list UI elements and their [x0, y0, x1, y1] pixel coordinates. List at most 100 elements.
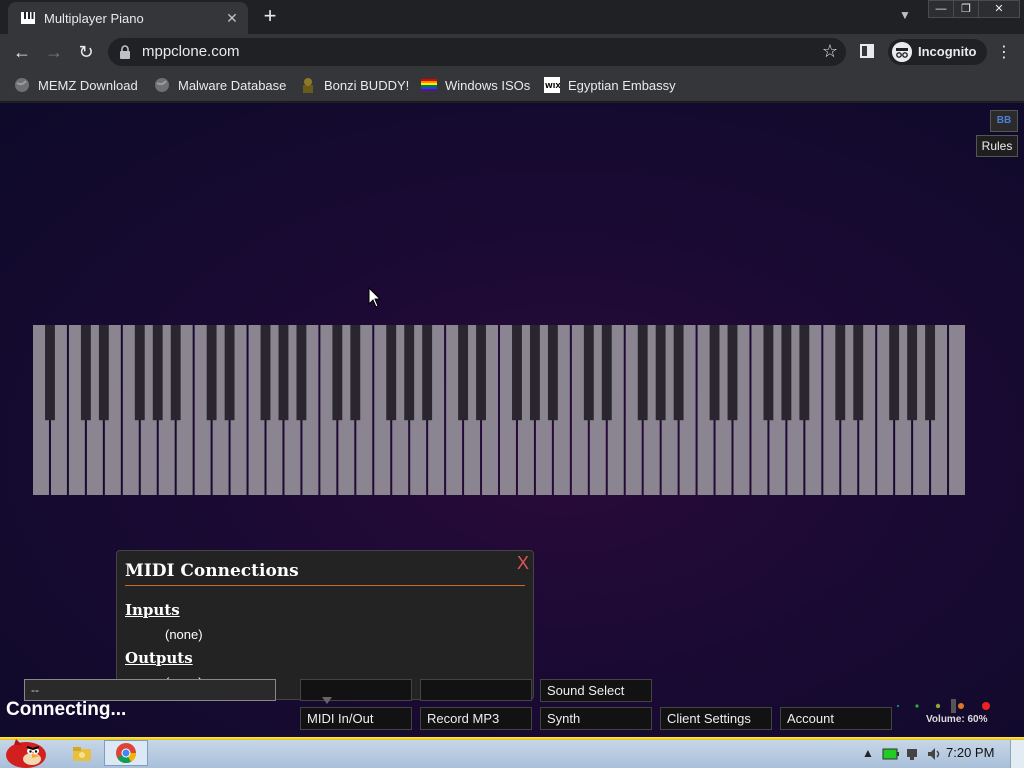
black-key[interactable] [260, 325, 271, 421]
account-button[interactable]: Account [780, 707, 892, 730]
black-key[interactable] [278, 325, 289, 421]
black-key[interactable] [386, 325, 397, 421]
black-key[interactable] [889, 325, 900, 421]
globe-icon [155, 78, 169, 92]
record-mp3-button[interactable]: Record MP3 [420, 707, 532, 730]
black-key[interactable] [350, 325, 361, 421]
file-explorer-icon[interactable] [70, 742, 94, 766]
black-key[interactable] [529, 325, 540, 421]
black-key[interactable] [422, 325, 433, 421]
black-key[interactable] [673, 325, 684, 421]
volume-tray-icon[interactable] [926, 746, 942, 762]
black-key[interactable] [601, 325, 612, 421]
black-key[interactable] [332, 325, 343, 421]
svg-text:WIX: WIX [545, 82, 560, 90]
midi-outputs-heading: Outputs [125, 649, 193, 667]
bookmark-windows-isos[interactable]: Windows ISOs [421, 77, 530, 95]
battery-icon[interactable] [882, 746, 900, 762]
black-key[interactable] [835, 325, 846, 421]
tab-strip: Multiplayer Piano ✕ + ▼ — ❐ ✕ [0, 0, 1024, 34]
network-icon[interactable] [906, 746, 922, 762]
white-key[interactable] [949, 325, 965, 495]
black-key[interactable] [907, 325, 918, 421]
tab-multiplayer-piano[interactable]: Multiplayer Piano ✕ [8, 2, 248, 34]
black-key[interactable] [45, 325, 55, 421]
incognito-icon [892, 42, 912, 62]
volume-label: Volume: 60% [926, 714, 988, 725]
reload-icon[interactable]: ↻ [74, 40, 98, 64]
minimize-button[interactable]: — [928, 0, 954, 18]
black-key[interactable] [583, 325, 594, 421]
client-settings-button[interactable]: Client Settings [660, 707, 772, 730]
connection-status: Connecting... [6, 699, 127, 720]
black-key[interactable] [170, 325, 181, 421]
rules-button[interactable]: Rules [976, 135, 1018, 157]
black-key[interactable] [799, 325, 810, 421]
url-text: mppclone.com [142, 43, 240, 60]
hidden-top-button[interactable] [300, 679, 412, 701]
black-key[interactable] [404, 325, 415, 421]
black-key[interactable] [853, 325, 864, 421]
midi-inputs-heading: Inputs [125, 601, 180, 619]
black-key[interactable] [476, 325, 486, 421]
midi-panel-pointer [322, 697, 332, 704]
browser-menu-icon[interactable]: ⋮ [996, 42, 1012, 62]
globe-icon [15, 78, 29, 92]
bookmark-memz-download[interactable]: MEMZ Download [14, 77, 138, 95]
tab-search-chevron-icon[interactable]: ▼ [896, 8, 914, 26]
tab-close-icon[interactable]: ✕ [222, 8, 242, 28]
incognito-badge[interactable]: Incognito [888, 39, 987, 65]
black-key[interactable] [925, 325, 936, 421]
black-key[interactable] [80, 325, 91, 421]
close-window-button[interactable]: ✕ [978, 0, 1020, 18]
black-key[interactable] [152, 325, 163, 421]
black-key[interactable] [547, 325, 558, 421]
black-key[interactable] [512, 325, 522, 421]
bonzi-icon [303, 78, 313, 93]
black-key[interactable] [709, 325, 720, 421]
black-key[interactable] [206, 325, 217, 421]
black-key[interactable] [763, 325, 774, 421]
taskbar-clock[interactable]: 7:20 PM [946, 745, 994, 760]
profile-label: Incognito [918, 44, 977, 59]
forward-arrow-icon[interactable]: → [42, 40, 66, 64]
black-key[interactable] [224, 325, 235, 421]
bookmark-malware-database[interactable]: Malware Database [154, 77, 286, 95]
piano-keyboard[interactable] [32, 325, 966, 495]
tab-title: Multiplayer Piano [44, 11, 144, 26]
show-desktop-button[interactable] [1010, 740, 1024, 768]
side-panel-icon[interactable] [860, 44, 874, 58]
black-key[interactable] [655, 325, 666, 421]
wix-icon: WIX [544, 77, 560, 93]
bb-rules-icon[interactable]: BB [990, 110, 1018, 132]
bookmark-egyptian-embassy[interactable]: WIX Egyptian Embassy [544, 77, 676, 95]
lock-icon [120, 45, 130, 59]
new-tab-button[interactable]: + [258, 4, 282, 28]
bookmarks-bar: MEMZ Download Malware Database Bonzi BUD… [0, 70, 1024, 102]
black-key[interactable] [637, 325, 648, 421]
volume-slider[interactable] [896, 699, 996, 713]
sound-select-button[interactable]: Sound Select [540, 679, 652, 702]
tray-expand-icon[interactable]: ▲ [862, 746, 874, 760]
midi-in-out-button[interactable]: MIDI In/Out [300, 707, 412, 730]
black-key[interactable] [296, 325, 307, 421]
browser-toolbar: ← → ↻ mppclone.com ☆ Incognito ⋮ [0, 34, 1024, 70]
midi-inputs-value: (none) [165, 627, 203, 642]
midi-connections-panel: MIDI Connections X Inputs (none) Outputs… [116, 550, 534, 700]
synth-button[interactable]: Synth [540, 707, 652, 730]
bookmark-bonzi-buddy[interactable]: Bonzi BUDDY! [300, 77, 409, 95]
chat-input[interactable]: -- [24, 679, 276, 701]
black-key[interactable] [458, 325, 469, 421]
black-key[interactable] [727, 325, 738, 421]
back-arrow-icon[interactable]: ← [10, 40, 34, 64]
midi-panel-close-button[interactable]: X [517, 553, 529, 574]
angry-bird-start-icon[interactable] [2, 733, 48, 768]
bookmark-star-icon[interactable]: ☆ [822, 41, 838, 62]
volume-knob[interactable] [951, 699, 956, 713]
black-key[interactable] [98, 325, 109, 421]
restore-button[interactable]: ❐ [953, 0, 979, 18]
address-bar[interactable]: mppclone.com ☆ [108, 38, 846, 66]
black-key[interactable] [134, 325, 145, 421]
black-key[interactable] [781, 325, 792, 421]
hidden-top-button[interactable] [420, 679, 532, 701]
